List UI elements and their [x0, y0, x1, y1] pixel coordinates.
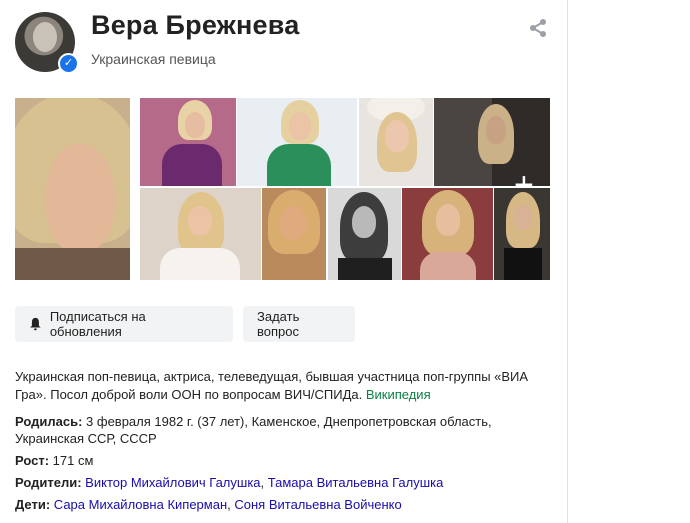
- photo-thumb-8[interactable]: [402, 188, 493, 280]
- photo-thumb-4[interactable]: +: [434, 98, 550, 186]
- description: Украинская поп-певица, актриса, телеведу…: [15, 368, 545, 404]
- verified-icon: ✓: [58, 53, 79, 74]
- main-photo[interactable]: [15, 98, 130, 280]
- parent-separator: ,: [260, 475, 268, 490]
- photo-thumb-3[interactable]: [359, 98, 433, 186]
- photo-thumb-5[interactable]: [140, 188, 261, 280]
- fact-children: Дети: Сара Михайловна Киперман, Соня Вит…: [15, 496, 555, 513]
- fact-born-value: 3 февраля 1982 г. (37 лет), Каменское, Д…: [15, 414, 492, 446]
- panel-divider: [567, 0, 568, 523]
- subtitle: Украинская певица: [91, 51, 216, 67]
- page-title: Вера Брежнева: [91, 10, 300, 40]
- parent-link-2[interactable]: Тамара Витальевна Галушка: [268, 475, 444, 490]
- fact-parents-label: Родители:: [15, 475, 82, 490]
- photo-thumb-6[interactable]: [262, 188, 326, 280]
- bell-icon: [30, 317, 41, 331]
- fact-children-label: Дети:: [15, 497, 51, 512]
- parent-link-1[interactable]: Виктор Михайлович Галушка: [85, 475, 260, 490]
- wikipedia-link[interactable]: Википедия: [366, 387, 431, 402]
- fact-height-value: 171 см: [52, 453, 94, 468]
- photo-thumb-2[interactable]: [237, 98, 357, 186]
- ask-question-label: Задать вопрос: [257, 309, 300, 339]
- ask-question-button[interactable]: Задать вопрос: [243, 306, 355, 342]
- fact-height: Рост: 171 см: [15, 452, 555, 469]
- knowledge-panel: ✓ Вера Брежнева Украинская певица + Подп…: [0, 0, 567, 523]
- subscribe-button[interactable]: Подписаться на обновления: [15, 306, 233, 342]
- photo-thumb-1[interactable]: [140, 98, 236, 186]
- share-icon[interactable]: [528, 18, 548, 38]
- description-text: Украинская поп-певица, актриса, телеведу…: [15, 369, 529, 402]
- photo-thumb-9[interactable]: [494, 188, 550, 280]
- child-link-1[interactable]: Сара Михайловна Киперман: [54, 497, 227, 512]
- subscribe-button-label: Подписаться на обновления: [49, 309, 146, 339]
- fact-parents: Родители: Виктор Михайлович Галушка, Там…: [15, 474, 555, 491]
- fact-height-label: Рост:: [15, 453, 50, 468]
- more-photos-icon[interactable]: +: [514, 168, 534, 186]
- fact-born: Родилась: 3 февраля 1982 г. (37 лет), Ка…: [15, 413, 555, 447]
- fact-born-label: Родилась:: [15, 414, 83, 429]
- photo-thumb-7[interactable]: [328, 188, 401, 280]
- child-link-2[interactable]: Соня Витальевна Войченко: [234, 497, 401, 512]
